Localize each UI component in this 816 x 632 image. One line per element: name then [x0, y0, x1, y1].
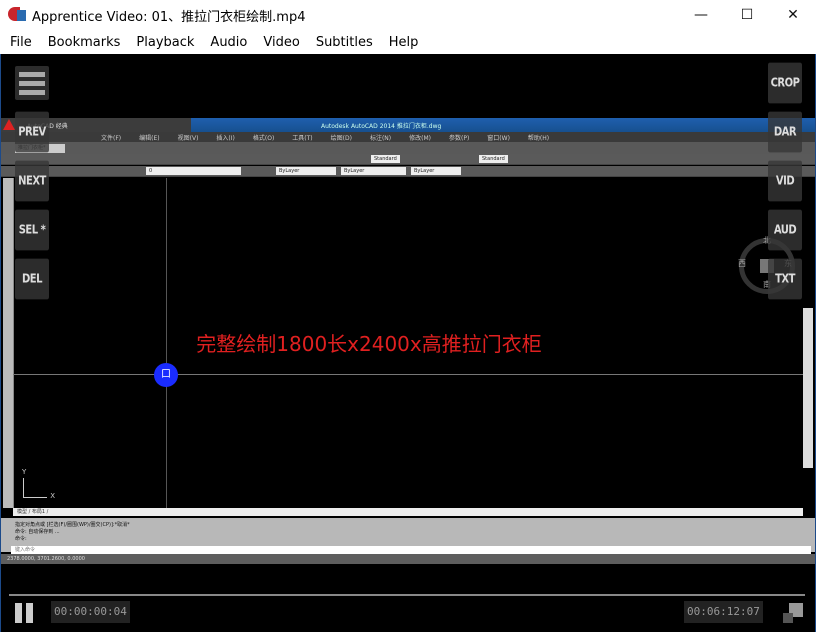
cad-title-bar: AutoCAD 经典 Autodesk AutoCAD 2014 推拉门衣柜.d…	[1, 118, 815, 132]
menu-video[interactable]: Video	[255, 35, 307, 50]
cmd-line: 指定对角点或 [栏选(F)/圈围(WP)/圈交(CP)]:*取消*	[15, 522, 130, 528]
pause-icon[interactable]	[15, 603, 35, 623]
crop-button[interactable]: CROP	[768, 62, 802, 104]
cad-menu-item: 标注(N)	[369, 134, 392, 142]
subtitle-text: 完整绘制1800长x2400x高推拉门衣柜	[196, 332, 542, 356]
ucs-x: X	[50, 492, 55, 500]
total-time: 00:06:12:07	[684, 601, 763, 623]
compass-west: 西	[738, 259, 746, 268]
cad-menu-item: 修改(M)	[409, 134, 431, 142]
cad-menu-item: 视图(V)	[177, 134, 199, 142]
cad-style: Standard	[371, 155, 400, 163]
cursor-marker: 口	[154, 363, 178, 387]
menu-file[interactable]: File	[2, 35, 40, 50]
audio-track-button[interactable]: AUD	[768, 209, 802, 251]
menu-help[interactable]: Help	[381, 35, 427, 50]
ucs-icon: YX	[22, 468, 55, 500]
cmd-line: 命令: 自动保存到 ...	[15, 529, 60, 535]
hamburger-menu-icon[interactable]	[15, 66, 49, 100]
cad-layer: 0	[146, 167, 241, 175]
fullscreen-icon[interactable]	[783, 603, 803, 623]
app-icon	[8, 7, 26, 23]
current-time: 00:00:00:04	[51, 601, 130, 623]
cad-menu: 文件(F) 编辑(E) 视图(V) 插入(I) 格式(O) 工具(T) 绘图(D…	[1, 132, 815, 142]
subtitle-track-button[interactable]: TXT	[768, 258, 802, 300]
menu-bookmarks[interactable]: Bookmarks	[40, 35, 129, 50]
cad-toolbar: Standard Standard	[1, 154, 815, 165]
cad-menu-item: 帮助(H)	[527, 134, 550, 142]
video-frame: AutoCAD 经典 Autodesk AutoCAD 2014 推拉门衣柜.d…	[1, 118, 815, 564]
window-title: Apprentice Video: 01、推拉门衣柜绘制.mp4	[32, 9, 306, 25]
cad-bylayer: ByLayer	[341, 167, 406, 175]
video-track-button[interactable]: VID	[768, 160, 802, 202]
ucs-y: Y	[22, 468, 27, 476]
crosshair-horizontal	[13, 374, 803, 375]
menu-subtitles[interactable]: Subtitles	[308, 35, 381, 50]
delete-button[interactable]: DEL	[15, 258, 49, 300]
cad-bylayer: ByLayer	[411, 167, 461, 175]
cad-command-input: 键入命令	[11, 546, 811, 554]
maximize-button[interactable]: ☐	[724, 0, 770, 30]
cad-menu-item: 格式(O)	[252, 134, 275, 142]
cmd-line: 命令:	[15, 536, 27, 542]
minimize-button[interactable]: —	[678, 0, 724, 30]
title-bar: Apprentice Video: 01、推拉门衣柜绘制.mp4 — ☐ ✕	[0, 0, 816, 30]
video-area[interactable]: AutoCAD 经典 Autodesk AutoCAD 2014 推拉门衣柜.d…	[0, 54, 816, 632]
cad-menu-item: 文件(F)	[101, 134, 122, 142]
cad-status-bar: 2378.0000, 3701.2600, 0.0000	[1, 554, 815, 564]
select-button[interactable]: SEL *	[15, 209, 49, 251]
menu-audio[interactable]: Audio	[202, 35, 255, 50]
cad-doc-tabs: 推拉门衣柜*	[1, 142, 815, 154]
cad-modify-toolbar	[803, 308, 813, 468]
cad-layer-toolbar: 0 ByLayer ByLayer ByLayer	[1, 166, 815, 177]
cad-menu-item: 绘图(D)	[330, 134, 352, 142]
cad-menu-item: 参数(P)	[448, 134, 470, 142]
close-button[interactable]: ✕	[770, 0, 816, 30]
cad-app-title: Autodesk AutoCAD 2014 推拉门衣柜.dwg	[321, 122, 442, 130]
cad-bylayer: ByLayer	[276, 167, 336, 175]
cad-menu-item: 插入(I)	[216, 134, 235, 142]
cad-menu-item: 窗口(W)	[487, 134, 510, 142]
menu-playback[interactable]: Playback	[128, 35, 202, 50]
cad-menu-item: 编辑(E)	[139, 134, 160, 142]
cad-model-tabs: 模型 / 布局1 /	[13, 508, 803, 516]
dar-button[interactable]: DAR	[768, 111, 802, 153]
menu-bar: File Bookmarks Playback Audio Video Subt…	[0, 30, 816, 54]
cad-menu-item: 工具(T)	[292, 134, 313, 142]
next-button[interactable]: NEXT	[15, 160, 49, 202]
cad-style: Standard	[479, 155, 508, 163]
autocad-logo-icon	[3, 119, 15, 130]
prev-button[interactable]: PREV	[15, 111, 49, 153]
seek-bar[interactable]	[9, 594, 805, 596]
